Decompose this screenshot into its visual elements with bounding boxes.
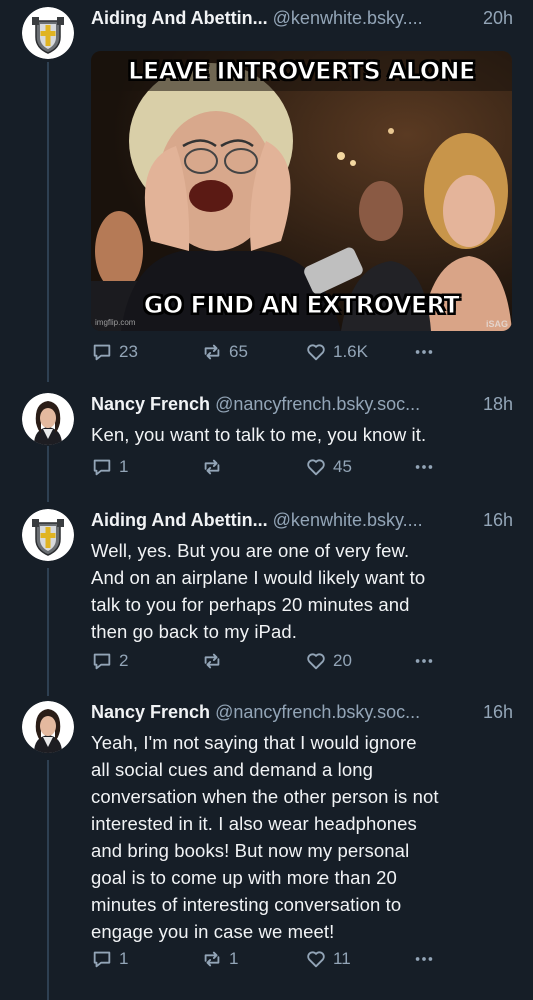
reply-icon: [93, 344, 111, 361]
post[interactable]: Aiding And Abettin... @kenwhite.bsky....…: [0, 507, 533, 687]
like-button[interactable]: 11: [305, 947, 351, 971]
repost-button[interactable]: [201, 649, 229, 673]
meme-photo: [91, 51, 512, 331]
reply-count: 2: [119, 651, 129, 670]
post-time[interactable]: 16h: [478, 699, 513, 725]
repost-icon: [204, 951, 220, 967]
more-options-button[interactable]: [413, 455, 435, 479]
heart-icon: [307, 459, 325, 476]
like-count: 1.6K: [333, 342, 368, 361]
more-options-button[interactable]: [413, 340, 435, 364]
meme-bottom-caption: GO FIND AN EXTROVERT: [143, 291, 460, 320]
repost-button[interactable]: [201, 455, 229, 479]
post-actions: 2 20: [91, 649, 451, 673]
repost-count: 1: [229, 949, 239, 968]
avatar[interactable]: [22, 393, 74, 445]
like-count: 45: [333, 457, 352, 476]
avatar[interactable]: [22, 7, 74, 59]
post-text-line: minutes of interesting conversation to: [91, 894, 402, 915]
avatar[interactable]: [22, 701, 74, 753]
post-text-line: Ken, you want to talk to me, you know it…: [91, 424, 427, 445]
reply-button[interactable]: 1: [91, 947, 128, 971]
post-text-line: And on an airplane I would likely want t…: [91, 567, 426, 588]
post-text-line: conversation when the other person is no…: [91, 786, 439, 807]
author-name[interactable]: Aiding And Abettin...: [91, 8, 268, 28]
post-text: Yeah, I'm not saying that I would ignore…: [91, 729, 513, 945]
heart-icon: [307, 344, 325, 361]
repost-icon: [204, 459, 220, 475]
repost-count: 65: [229, 342, 248, 361]
post-text-line: Yeah, I'm not saying that I would ignore: [91, 732, 417, 753]
reply-button[interactable]: 1: [91, 455, 128, 479]
watermark: imgflip.com: [95, 318, 136, 327]
post[interactable]: Aiding And Abettin... @kenwhite.bsky....…: [0, 5, 533, 370]
profile-photo-icon: [22, 393, 74, 445]
author-name[interactable]: Nancy French: [91, 702, 210, 722]
shield-cross-icon: [22, 7, 74, 59]
meme-top-caption: LEAVE INTROVERTS ALONE: [128, 57, 476, 86]
ellipsis-icon: [415, 957, 433, 961]
post-actions: 23 65 1.6K: [91, 340, 451, 364]
profile-photo-icon: [22, 701, 74, 753]
ellipsis-icon: [415, 465, 433, 469]
like-button[interactable]: 45: [305, 455, 352, 479]
author-handle[interactable]: @kenwhite.bsky....: [273, 510, 423, 530]
post-header: Nancy French @nancyfrench.bsky.soc... 18…: [91, 391, 513, 417]
post[interactable]: Nancy French @nancyfrench.bsky.soc... 16…: [0, 699, 533, 989]
ellipsis-icon: [415, 659, 433, 663]
post-actions: 1 1 11: [91, 947, 451, 971]
repost-button[interactable]: 65: [201, 340, 248, 364]
like-button[interactable]: 1.6K: [305, 340, 368, 364]
reply-count: 1: [119, 949, 129, 968]
post-text: Well, yes. But you are one of very few. …: [91, 537, 513, 645]
reply-count: 23: [119, 342, 138, 361]
post-time[interactable]: 18h: [478, 391, 513, 417]
post-header: Aiding And Abettin... @kenwhite.bsky....…: [91, 5, 513, 31]
post-text-line: and bring books! But now my personal: [91, 840, 410, 861]
author-handle[interactable]: @nancyfrench.bsky.soc...: [215, 394, 420, 414]
shield-cross-icon: [22, 509, 74, 561]
post-header: Aiding And Abettin... @kenwhite.bsky....…: [91, 507, 513, 533]
post-text-line: engage you in case we meet!: [91, 921, 335, 942]
post-text-line: then go back to my iPad.: [91, 621, 298, 642]
like-button[interactable]: 20: [305, 649, 352, 673]
repost-icon: [204, 653, 220, 669]
avatar[interactable]: [22, 509, 74, 561]
post-text-line: Well, yes. But you are one of very few.: [91, 540, 410, 561]
post-time[interactable]: 16h: [478, 507, 513, 533]
more-options-button[interactable]: [413, 649, 435, 673]
post-time[interactable]: 20h: [478, 5, 513, 31]
reply-button[interactable]: 2: [91, 649, 128, 673]
reply-count: 1: [119, 457, 129, 476]
more-options-button[interactable]: [413, 947, 435, 971]
like-count: 20: [333, 651, 352, 670]
post-text-line: all social cues and demand a long: [91, 759, 374, 780]
author-handle[interactable]: @nancyfrench.bsky.soc...: [215, 702, 420, 722]
repost-button[interactable]: 1: [201, 947, 238, 971]
post-text-line: goal is to come up with more than 20: [91, 867, 397, 888]
post-text-line: interested in it. I also wear headphones: [91, 813, 417, 834]
author-name[interactable]: Aiding And Abettin...: [91, 510, 268, 530]
author-handle[interactable]: @kenwhite.bsky....: [273, 8, 423, 28]
ellipsis-icon: [415, 350, 433, 354]
watermark: iSAG: [485, 319, 508, 329]
like-count: 11: [333, 949, 351, 968]
reply-icon: [93, 459, 111, 476]
reply-button[interactable]: 23: [91, 340, 138, 364]
repost-icon: [204, 344, 220, 360]
post[interactable]: Nancy French @nancyfrench.bsky.soc... 18…: [0, 391, 533, 491]
reply-icon: [93, 951, 111, 968]
post-text: Ken, you want to talk to me, you know it…: [91, 421, 513, 448]
heart-icon: [307, 653, 325, 670]
heart-icon: [307, 951, 325, 968]
post-text-line: talk to you for perhaps 20 minutes and: [91, 594, 410, 615]
post-header: Nancy French @nancyfrench.bsky.soc... 16…: [91, 699, 513, 725]
meme-image[interactable]: LEAVE INTROVERTS ALONE GO FIND AN EXTROV…: [91, 51, 512, 331]
author-name[interactable]: Nancy French: [91, 394, 210, 414]
post-actions: 1 45: [91, 455, 451, 479]
reply-icon: [93, 653, 111, 670]
